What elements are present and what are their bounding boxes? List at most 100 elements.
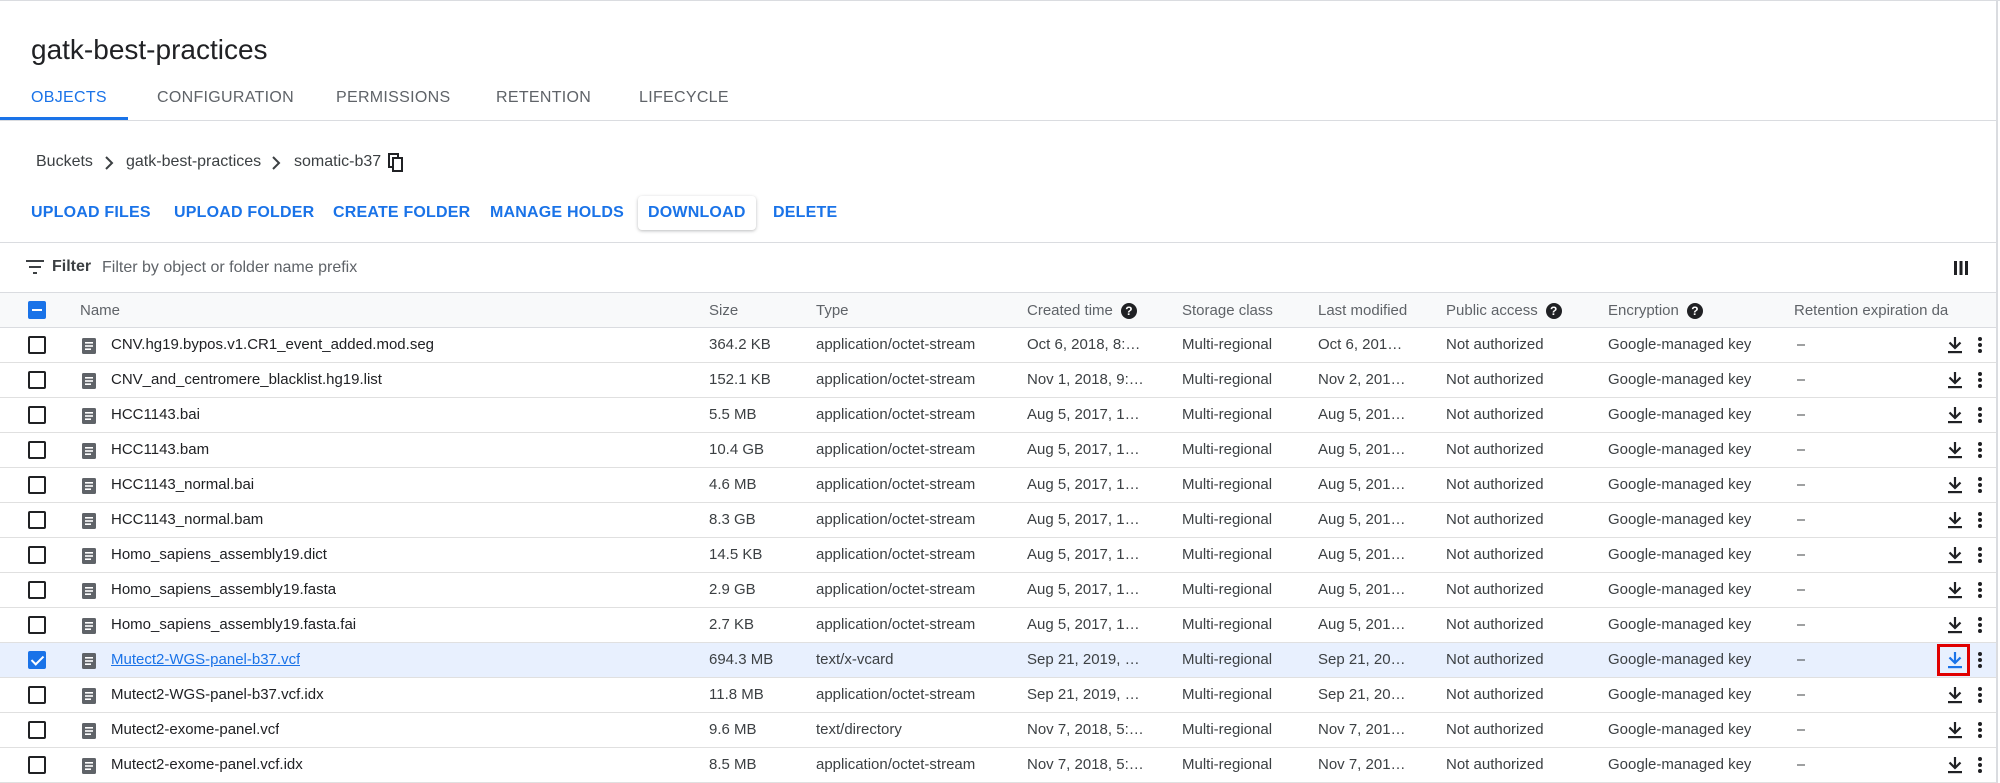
top-divider (0, 0, 2000, 4)
more-vert-icon[interactable] (1977, 336, 1983, 354)
download-icon[interactable] (1946, 721, 1964, 739)
download-icon[interactable] (1946, 546, 1964, 564)
object-name-link[interactable]: Mutect2-exome-panel.vcf.idx (111, 748, 303, 783)
tab-permissions[interactable]: PERMISSIONS (336, 80, 450, 121)
table-row[interactable]: Mutect2-WGS-panel-b37.vcf.idx 11.8 MB appl… (0, 678, 1996, 713)
help-icon[interactable]: ? (1686, 303, 1703, 320)
more-vert-icon[interactable] (1977, 511, 1983, 529)
column-header-encryption[interactable]: Encryption? (1608, 293, 1703, 328)
more-vert-icon[interactable] (1977, 616, 1983, 634)
tab-retention[interactable]: RETENTION (496, 80, 591, 121)
download-icon[interactable] (1946, 476, 1964, 494)
row-checkbox[interactable] (28, 511, 46, 529)
row-checkbox[interactable] (28, 686, 46, 704)
column-display-icon[interactable] (1952, 259, 1970, 277)
tab-configuration[interactable]: CONFIGURATION (157, 80, 294, 121)
column-header-created[interactable]: Created time? (1027, 293, 1137, 328)
more-vert-icon[interactable] (1977, 651, 1983, 669)
row-checkbox[interactable] (28, 756, 46, 774)
row-checkbox[interactable] (28, 546, 46, 564)
filter-bar: Filter (0, 242, 1996, 293)
table-row[interactable]: HCC1143.bam 10.4 GB application/octet-stre… (0, 433, 1996, 468)
more-vert-icon[interactable] (1977, 581, 1983, 599)
breadcrumb-bucket[interactable]: gatk-best-practices (126, 153, 261, 171)
object-name-link[interactable]: CNV_and_centromere_blacklist.hg19.list (111, 363, 382, 398)
more-vert-icon[interactable] (1977, 441, 1983, 459)
cell-public-access: Not authorized (1446, 721, 1544, 738)
column-header-name[interactable]: Name (80, 293, 120, 328)
row-checkbox[interactable] (28, 721, 46, 739)
more-vert-icon[interactable] (1977, 371, 1983, 389)
cell-storage-class: Multi-regional (1182, 336, 1273, 353)
table-row[interactable]: CNV.hg19.bypos.v1.CR1_event_added.mod.se… (0, 328, 1996, 363)
table-row[interactable]: HCC1143_normal.bai 4.6 MB application/octe… (0, 468, 1996, 503)
column-header-storage-class[interactable]: Storage class (1182, 293, 1273, 328)
table-row[interactable]: Homo_sapiens_assembly19.fasta 2.9 GB appli… (0, 573, 1996, 608)
object-name-link[interactable]: Homo_sapiens_assembly19.dict (111, 538, 327, 573)
object-name-link[interactable]: HCC1143.bam (111, 433, 209, 468)
table-row[interactable]: CNV_and_centromere_blacklist.hg19.list 15… (0, 363, 1996, 398)
download-icon[interactable] (1946, 371, 1964, 389)
copy-icon[interactable] (388, 153, 404, 173)
tab-objects[interactable]: OBJECTS (31, 80, 107, 121)
help-icon[interactable]: ? (1120, 303, 1137, 320)
object-name-link[interactable]: Mutect2-WGS-panel-b37.vcf.idx (111, 678, 324, 713)
table-row[interactable]: Homo_sapiens_assembly19.dict 14.5 KB appli… (0, 538, 1996, 573)
row-checkbox[interactable] (28, 651, 46, 669)
download-icon[interactable] (1946, 756, 1964, 774)
row-checkbox[interactable] (28, 441, 46, 459)
cell-retention: – (1797, 756, 1806, 773)
table-row[interactable]: HCC1143.bai 5.5 MB application/octet-strea… (0, 398, 1996, 433)
column-header-last-modified[interactable]: Last modified (1318, 293, 1407, 328)
breadcrumb-buckets[interactable]: Buckets (36, 153, 93, 171)
row-checkbox[interactable] (28, 616, 46, 634)
table-row[interactable]: Mutect2-exome-panel.vcf.idx 8.5 MB applica… (0, 748, 1996, 783)
manage-holds-button[interactable]: MANAGE HOLDS (490, 196, 624, 230)
cell-created-time: Aug 5, 2017, 1… (1027, 616, 1140, 633)
row-checkbox[interactable] (28, 371, 46, 389)
column-header-public-access[interactable]: Public access? (1446, 293, 1562, 328)
download-icon[interactable] (1946, 406, 1964, 424)
scrollbar-track[interactable] (1996, 0, 1998, 783)
table-row[interactable]: Mutect2-WGS-panel-b37.vcf 694.3 MB text/x-… (0, 643, 1996, 678)
download-icon[interactable] (1946, 616, 1964, 634)
column-header-size[interactable]: Size (709, 293, 738, 328)
filter-input[interactable] (102, 254, 702, 282)
more-vert-icon[interactable] (1977, 406, 1983, 424)
object-name-link[interactable]: CNV.hg19.bypos.v1.CR1_event_added.mod.se… (111, 328, 434, 363)
more-vert-icon[interactable] (1977, 756, 1983, 774)
download-icon[interactable] (1946, 441, 1964, 459)
object-name-link[interactable]: HCC1143_normal.bai (111, 468, 254, 503)
row-checkbox[interactable] (28, 581, 46, 599)
table-row[interactable]: HCC1143_normal.bam 8.3 GB application/octe… (0, 503, 1996, 538)
download-icon[interactable] (1946, 686, 1964, 704)
download-icon[interactable] (1946, 581, 1964, 599)
object-name-link[interactable]: Mutect2-WGS-panel-b37.vcf (111, 643, 300, 678)
select-all-checkbox[interactable] (28, 301, 46, 319)
column-header-retention[interactable]: Retention expiration da (1794, 293, 1950, 328)
download-icon[interactable] (1946, 511, 1964, 529)
column-header-type[interactable]: Type (816, 293, 849, 328)
help-icon[interactable]: ? (1545, 303, 1562, 320)
object-name-link[interactable]: Homo_sapiens_assembly19.fasta.fai (111, 608, 356, 643)
more-vert-icon[interactable] (1977, 476, 1983, 494)
table-row[interactable]: Homo_sapiens_assembly19.fasta.fai 2.7 KB a… (0, 608, 1996, 643)
download-icon[interactable] (1946, 336, 1964, 354)
upload-folder-button[interactable]: UPLOAD FOLDER (174, 196, 314, 230)
delete-button[interactable]: DELETE (773, 196, 837, 230)
row-checkbox[interactable] (28, 336, 46, 354)
object-name-link[interactable]: HCC1143.bai (111, 398, 200, 433)
object-name-link[interactable]: Homo_sapiens_assembly19.fasta (111, 573, 336, 608)
object-name-link[interactable]: HCC1143_normal.bam (111, 503, 263, 538)
more-vert-icon[interactable] (1977, 546, 1983, 564)
upload-files-button[interactable]: UPLOAD FILES (31, 196, 151, 230)
more-vert-icon[interactable] (1977, 686, 1983, 704)
row-checkbox[interactable] (28, 406, 46, 424)
row-checkbox[interactable] (28, 476, 46, 494)
table-row[interactable]: Mutect2-exome-panel.vcf 9.6 MB text/direct… (0, 713, 1996, 748)
create-folder-button[interactable]: CREATE FOLDER (333, 196, 470, 230)
tab-lifecycle[interactable]: LIFECYCLE (639, 80, 729, 121)
object-name-link[interactable]: Mutect2-exome-panel.vcf (111, 713, 279, 748)
download-button[interactable]: DOWNLOAD (638, 196, 756, 230)
more-vert-icon[interactable] (1977, 721, 1983, 739)
